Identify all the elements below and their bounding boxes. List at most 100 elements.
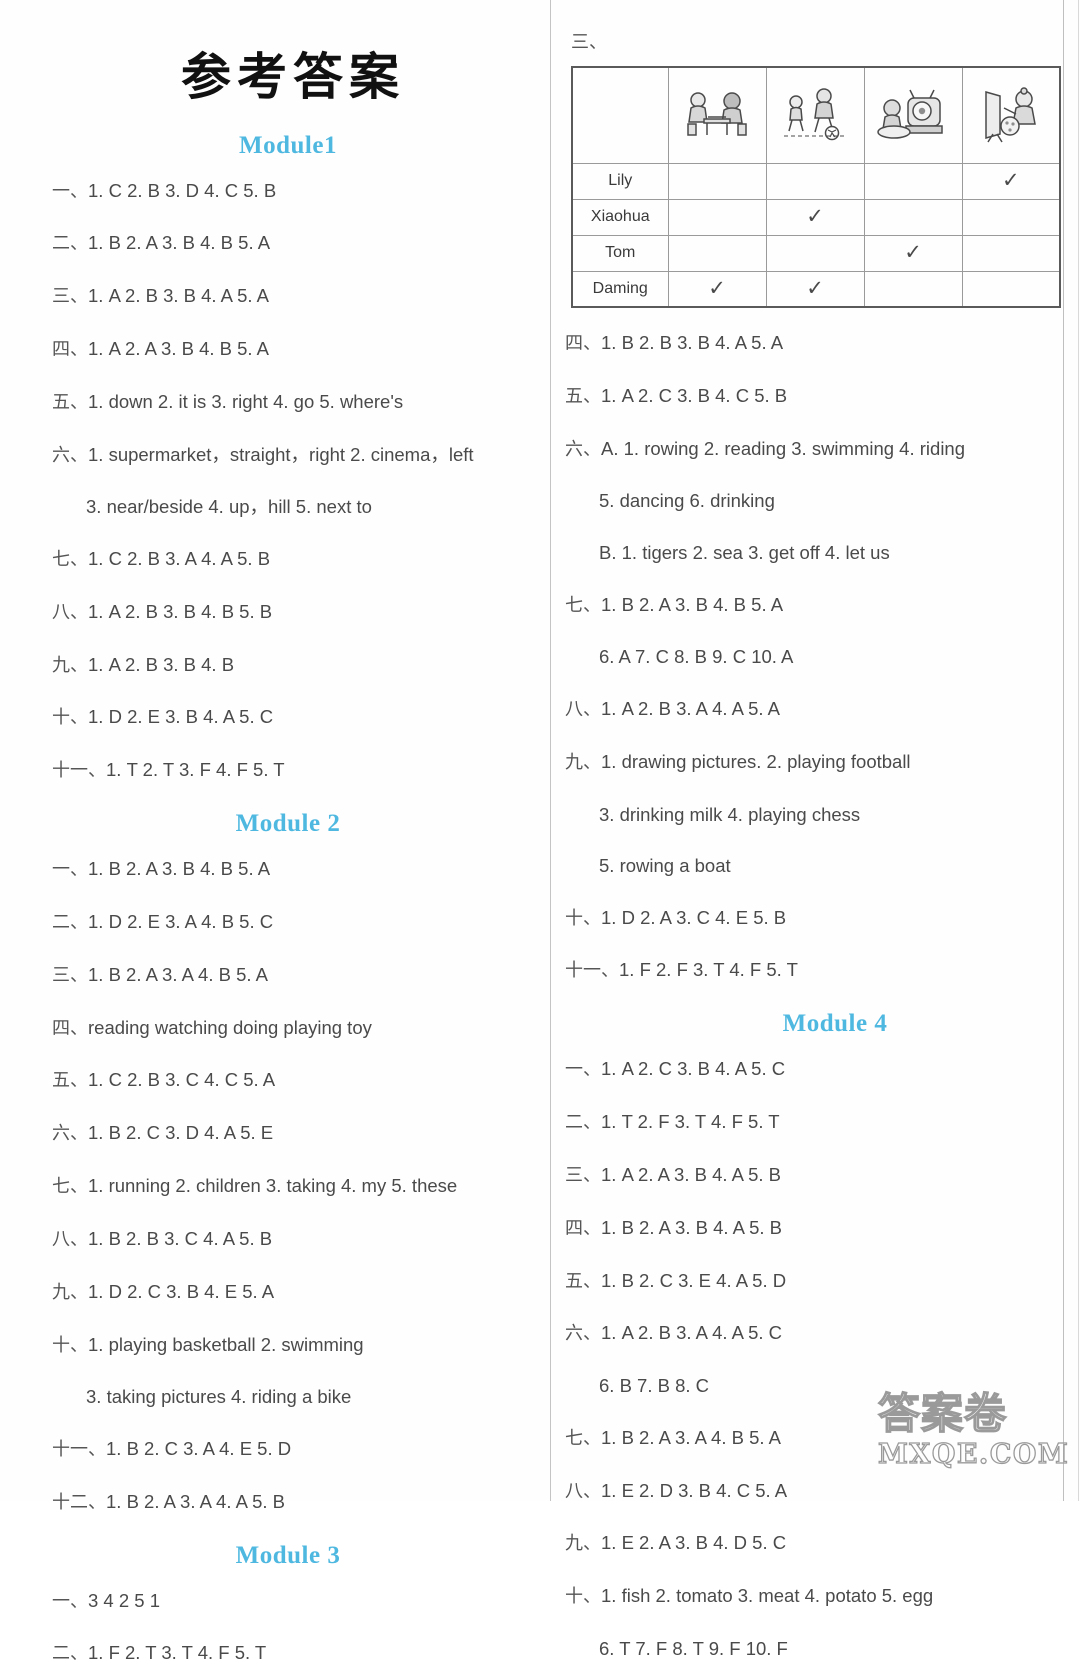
answer-line-marker: 二、 [52,912,88,933]
answer-line-marker: 八、 [52,602,88,623]
answer-line-text: 1. down 2. it is 3. right 4. go 5. where… [88,391,403,412]
answer-line-text: 1. A 2. B 3. B 4. A 5. A [88,285,269,306]
answer-line-text: 1. A 2. A 3. B 4. A 5. B [601,1164,781,1185]
answer-line-text: 1. B 2. A 3. B 4. B 5. A [88,858,270,879]
answer-line-marker: 五、 [565,1271,601,1292]
table-row: Tom✓ [572,235,1060,271]
check-icon: ✓ [806,204,824,228]
answer-line: 四、1. B 2. A 3. B 4. A 5. B [565,1215,1045,1242]
answer-line-marker: 二、 [52,233,88,254]
check-icon: ✓ [806,276,824,300]
answer-line-marker: 九、 [565,752,601,773]
empty-cell [864,199,962,235]
answer-line-text: 1. running 2. children 3. taking 4. my 5… [88,1175,457,1196]
answer-line: 八、1. A 2. B 3. A 4. A 5. A [565,696,1045,723]
answer-key-page: 参考答案 Module1 一、1. C 2. B 3. D 4. C 5. B 二、… [0,0,1080,1501]
answer-line: 五、1. C 2. B 3. C 4. C 5. A [52,1067,524,1094]
answer-line-marker: 七、 [52,549,88,570]
page-edge-line [1063,0,1064,1501]
answer-line: 3. near/beside 4. up，hill 5. next to [52,494,524,520]
answer-line-text: 1. F 2. F 3. T 4. F 5. T [619,959,798,980]
answer-line-marker: 六、 [52,1123,88,1144]
answer-line-marker: 八、 [52,1229,88,1250]
answer-line-marker: 五、 [52,392,88,413]
empty-cell [668,235,766,271]
playing-chess-icon [668,67,766,163]
answer-line: 五、1. B 2. C 3. E 4. A 5. D [565,1268,1045,1295]
answer-line: 六、A. 1. rowing 2. reading 3. swimming 4.… [565,436,1045,463]
answer-line-text: 1. B 2. A 3. B 4. B 5. A [88,232,270,253]
checkmark-cell: ✓ [962,163,1060,199]
answer-line-text: 1. D 2. A 3. C 4. E 5. B [601,907,786,928]
answer-line-text: 1. A 2. C 3. B 4. C 5. B [601,385,787,406]
empty-cell [962,235,1060,271]
answer-line-text: 1. drawing pictures. 2. playing football [601,751,911,772]
answer-line: 八、1. A 2. B 3. B 4. B 5. B [52,599,524,626]
answer-line: 十、1. D 2. A 3. C 4. E 5. B [565,905,1045,932]
answer-line-text: 1. A 2. C 3. B 4. A 5. C [601,1058,785,1079]
checkmark-cell: ✓ [864,235,962,271]
answer-line: 6. B 7. B 8. C [565,1373,1045,1399]
answer-line-text: 1. E 2. A 3. B 4. D 5. C [601,1532,786,1553]
answer-line-text: A. 1. rowing 2. reading 3. swimming 4. r… [601,438,965,459]
answer-line: 二、1. B 2. A 3. B 4. B 5. A [52,230,524,257]
answer-line: 九、1. drawing pictures. 2. playing footba… [565,749,1045,776]
answer-line-text: 1. T 2. F 3. T 4. F 5. T [601,1111,780,1132]
answer-line: 二、1. D 2. E 3. A 4. B 5. C [52,909,524,936]
answer-line: 三、1. A 2. A 3. B 4. A 5. B [565,1162,1045,1189]
empty-cell [864,163,962,199]
answer-line: 3. taking pictures 4. riding a bike [52,1384,524,1410]
answer-line: 六、1. B 2. C 3. D 4. A 5. E [52,1120,524,1147]
answer-line-text: 1. B 2. A 3. A 4. A 5. B [106,1491,285,1512]
answer-line-text: 1. B 2. C 3. D 4. A 5. E [88,1122,273,1143]
answer-line-marker: 十、 [565,908,601,929]
answer-line-marker: 十、 [565,1586,601,1607]
activities-check-table: Lily✓Xiaohua✓Tom✓Daming✓✓ [571,66,1061,308]
answer-line-marker: 十、 [52,707,88,728]
answer-line-marker: 一、 [52,181,88,202]
table-corner-cell [572,67,668,163]
answer-line: 一、1. C 2. B 3. D 4. C 5. B [52,178,524,205]
answer-line: 九、1. D 2. C 3. B 4. E 5. A [52,1279,524,1306]
answer-line: 3. drinking milk 4. playing chess [565,802,1045,828]
empty-cell [668,199,766,235]
module-heading: Module 2 [52,810,524,838]
answer-line: 四、1. B 2. B 3. B 4. A 5. A [565,330,1045,357]
answer-line-text: 3. near/beside 4. up，hill 5. next to [86,496,372,517]
module-heading: Module1 [52,132,524,160]
answer-line: 六、1. A 2. B 3. A 4. A 5. C [565,1320,1045,1347]
page-edge-line-outer [1078,0,1079,1501]
answer-line: 三、1. A 2. B 3. B 4. A 5. A [52,283,524,310]
answer-line-marker: 七、 [565,1428,601,1449]
answer-line: 二、1. F 2. T 3. T 4. F 5. T [52,1640,524,1667]
answer-line: 六、1. supermarket，straight，right 2. cinem… [52,442,524,469]
page-title: 参考答案 [52,48,524,106]
table-row: Daming✓✓ [572,271,1060,307]
answer-line-marker: 六、 [565,439,601,460]
left-column: 参考答案 Module1 一、1. C 2. B 3. D 4. C 5. B 二、… [0,0,550,1501]
answer-line: 一、1. B 2. A 3. B 4. B 5. A [52,856,524,883]
answer-line: 三、1. B 2. A 3. A 4. B 5. A [52,962,524,989]
answer-line-marker: 九、 [52,655,88,676]
answer-line-marker: 五、 [52,1070,88,1091]
module3-continued-list: 四、1. B 2. B 3. B 4. A 5. A 五、1. A 2. C 3.… [565,330,1045,984]
drawing-pictures-icon [962,67,1060,163]
answer-line: 七、1. C 2. B 3. A 4. A 5. B [52,546,524,573]
answer-line-marker: 十一、 [52,1439,106,1460]
answer-line-marker: 四、 [52,1018,88,1039]
check-icon: ✓ [904,240,922,264]
answer-line-marker: 二、 [565,1112,601,1133]
answer-line-text: 1. A 2. B 3. B 4. B 5. B [88,601,272,622]
answer-line: 五、1. A 2. C 3. B 4. C 5. B [565,383,1045,410]
answer-line-text: 1. supermarket，straight，right 2. cinema，… [88,444,474,465]
student-name-cell: Lily [572,163,668,199]
answer-line-marker: 九、 [52,1282,88,1303]
empty-cell [766,163,864,199]
answer-line-marker: 八、 [565,699,601,720]
answer-line: 6. A 7. C 8. B 9. C 10. A [565,644,1045,670]
answer-line-text: 1. A 2. B 3. A 4. A 5. A [601,698,780,719]
answer-line-marker: 六、 [565,1323,601,1344]
answer-line-text: 1. B 2. A 3. B 4. A 5. B [601,1217,782,1238]
answer-line: 十、1. D 2. E 3. B 4. A 5. C [52,704,524,731]
answer-line-marker: 四、 [565,1218,601,1239]
